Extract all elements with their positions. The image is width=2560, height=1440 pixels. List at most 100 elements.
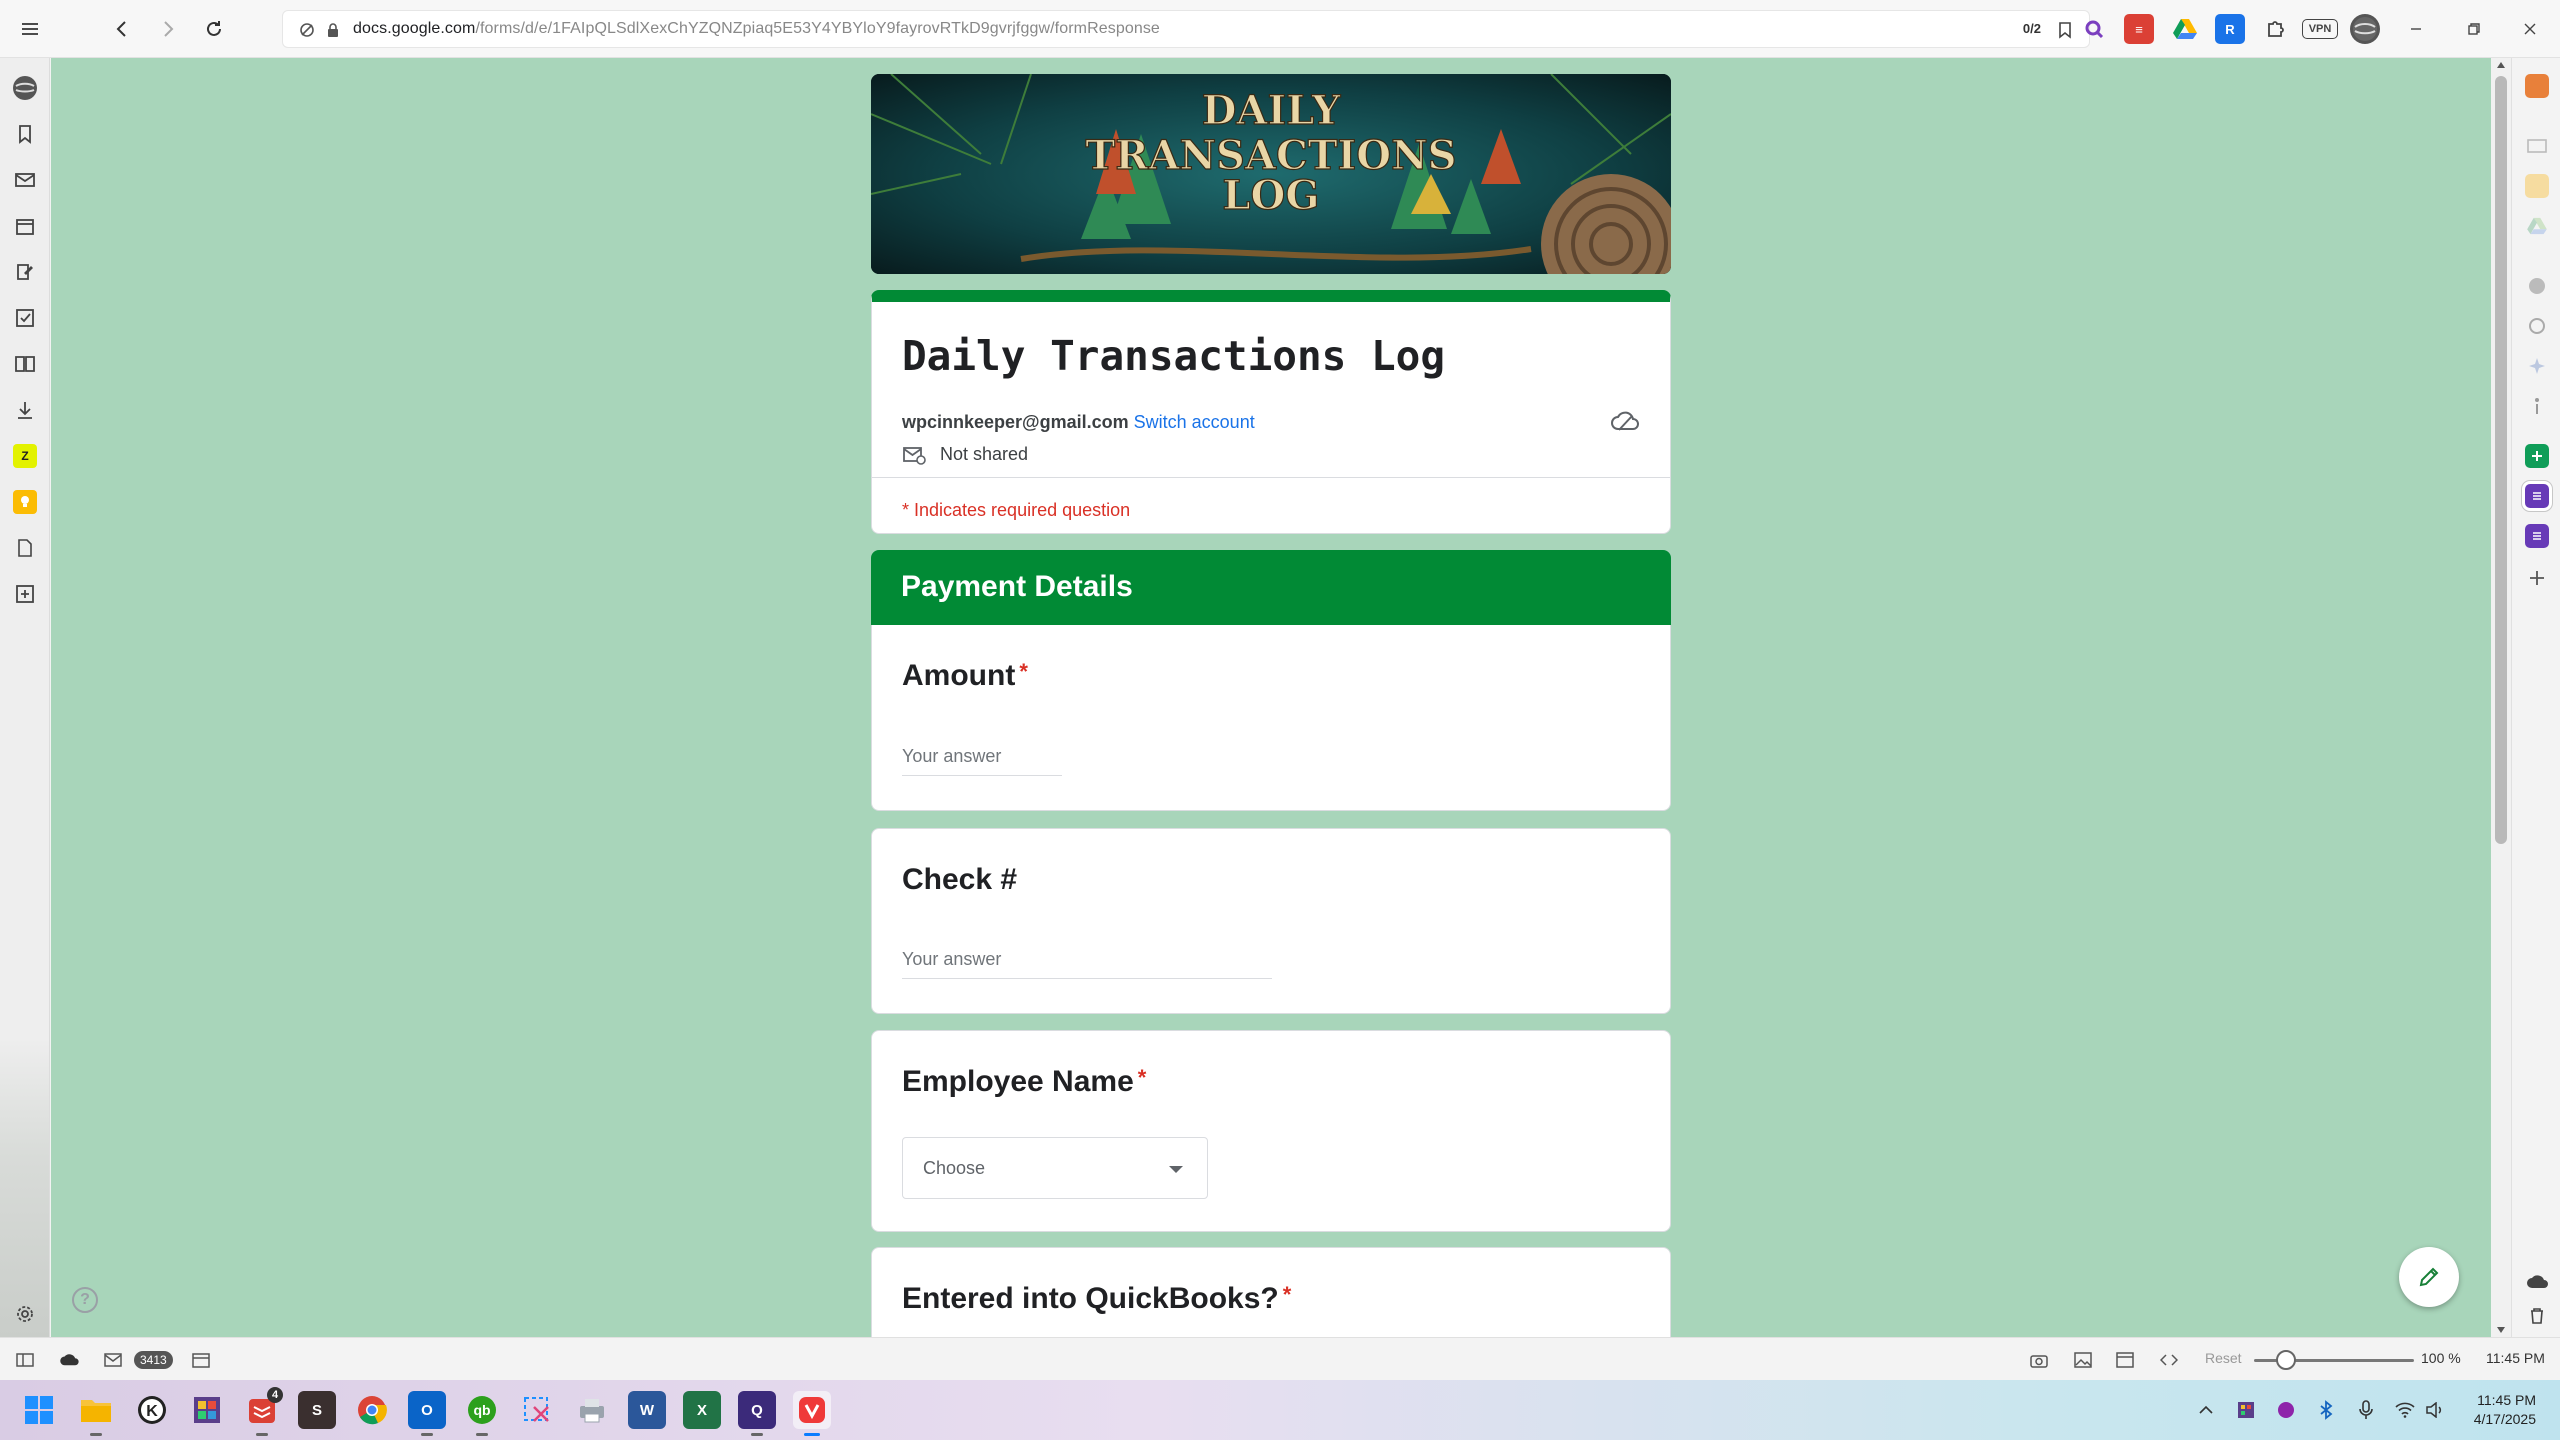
- start-windows-icon[interactable]: [20, 1391, 58, 1429]
- switch-account-link[interactable]: Switch account: [1134, 412, 1255, 432]
- web-panel-openai-icon[interactable]: [2525, 314, 2549, 338]
- todoist-extension-icon[interactable]: ≡: [2124, 14, 2154, 44]
- search-extension-icon[interactable]: [2079, 14, 2109, 44]
- web-panel-forms-icon[interactable]: [2525, 484, 2549, 508]
- downloads-icon[interactable]: [13, 398, 37, 422]
- mail-status-icon[interactable]: [102, 1349, 124, 1371]
- outlook-app-icon[interactable]: O: [408, 1391, 446, 1436]
- quicken-app-icon[interactable]: Q: [738, 1391, 776, 1436]
- bluetooth-icon[interactable]: [2316, 1400, 2336, 1420]
- tasks-icon[interactable]: [13, 306, 37, 330]
- mail-count-badge[interactable]: 3413: [134, 1351, 173, 1369]
- tray-app-icon[interactable]: [2236, 1400, 2256, 1420]
- web-panel-forms-icon-2[interactable]: [2525, 524, 2549, 548]
- calendar-icon[interactable]: [13, 214, 37, 238]
- edit-form-button[interactable]: [2399, 1247, 2459, 1307]
- document-icon[interactable]: [13, 536, 37, 560]
- google-drive-icon[interactable]: [2170, 14, 2200, 44]
- zoom-reset-button[interactable]: Reset: [2205, 1350, 2242, 1366]
- tab-counter[interactable]: 0/2: [2023, 21, 2041, 36]
- colorful-app-icon[interactable]: [188, 1391, 226, 1429]
- cloud-sync-icon[interactable]: [2525, 1270, 2549, 1294]
- close-icon[interactable]: [2517, 16, 2543, 42]
- scrollbar-thumb[interactable]: [2495, 76, 2507, 844]
- wifi-icon[interactable]: [2395, 1400, 2415, 1420]
- amount-input[interactable]: Your answer: [902, 746, 1062, 776]
- help-icon[interactable]: ?: [72, 1287, 98, 1313]
- todoist-app-icon[interactable]: 4: [243, 1387, 283, 1436]
- web-panel-keep-icon[interactable]: [13, 490, 37, 514]
- sharing-status-text: Not shared: [940, 444, 1029, 464]
- image-toggle-icon[interactable]: [2072, 1349, 2094, 1371]
- page-tiling-icon[interactable]: [2114, 1349, 2136, 1371]
- question-card-check: Check # Your answer: [871, 828, 1671, 1014]
- minimize-icon[interactable]: [2403, 16, 2429, 42]
- back-icon[interactable]: [104, 11, 140, 47]
- vpn-icon[interactable]: VPN: [2302, 19, 2338, 39]
- scroll-up-arrow-icon[interactable]: [2497, 62, 2505, 68]
- zoom-slider-handle[interactable]: [2276, 1350, 2296, 1370]
- question-card-quickbooks: Entered into QuickBooks? *: [871, 1247, 1671, 1337]
- taskbar-clock[interactable]: 11:45 PM 4/17/2025: [2474, 1391, 2536, 1429]
- svg-text:qb: qb: [473, 1402, 490, 1418]
- chrome-app-icon[interactable]: [353, 1391, 391, 1429]
- add-web-panel-icon[interactable]: [13, 582, 37, 606]
- employee-name-dropdown[interactable]: Choose: [902, 1137, 1208, 1199]
- page-scrollbar[interactable]: [2491, 58, 2511, 1337]
- trash-icon[interactable]: [2525, 1304, 2549, 1328]
- k-app-icon[interactable]: K: [133, 1391, 171, 1429]
- web-panel-sparkle-icon[interactable]: [2525, 354, 2549, 378]
- web-panel-orange-icon[interactable]: [2525, 74, 2549, 98]
- required-note: * Indicates required question: [902, 500, 1131, 520]
- capture-camera-icon[interactable]: [2028, 1349, 2050, 1371]
- reader-extension-icon[interactable]: R: [2215, 14, 2245, 44]
- scrivener-app-icon[interactable]: S: [298, 1391, 336, 1429]
- add-panel-plus-icon[interactable]: [2525, 566, 2549, 590]
- lock-icon: [323, 20, 343, 40]
- tray-purple-app-icon[interactable]: [2276, 1400, 2296, 1420]
- file-explorer-icon[interactable]: [77, 1391, 115, 1436]
- vivaldi-browser-icon[interactable]: [793, 1391, 831, 1436]
- extensions-puzzle-icon[interactable]: [2261, 14, 2291, 44]
- forward-icon[interactable]: [150, 11, 186, 47]
- site-settings-icon[interactable]: [297, 20, 317, 40]
- settings-gear-icon[interactable]: [13, 1302, 37, 1326]
- sync-cloud-icon[interactable]: [58, 1349, 80, 1371]
- microphone-icon[interactable]: [2356, 1400, 2376, 1420]
- word-app-icon[interactable]: W: [628, 1391, 666, 1429]
- bookmarks-icon[interactable]: [13, 122, 37, 146]
- bookmark-icon[interactable]: [2055, 20, 2075, 40]
- profile-icon[interactable]: [13, 76, 37, 100]
- reading-list-icon[interactable]: [13, 352, 37, 376]
- scroll-down-arrow-icon[interactable]: [2497, 1327, 2505, 1333]
- snipping-tool-icon[interactable]: [518, 1391, 556, 1429]
- panel-toggle-icon[interactable]: [14, 1349, 36, 1371]
- mail-icon[interactable]: [13, 168, 37, 192]
- excel-app-icon[interactable]: X: [683, 1391, 721, 1429]
- profile-avatar[interactable]: [2350, 14, 2380, 44]
- menu-icon[interactable]: [12, 11, 48, 47]
- zoom-level: 100 %: [2421, 1350, 2461, 1366]
- url-text[interactable]: docs.google.com/forms/d/e/1FAIpQLSdlXexC…: [353, 20, 1160, 38]
- web-panel-keep-icon[interactable]: [2525, 174, 2549, 198]
- cloud-save-icon[interactable]: [1610, 406, 1640, 436]
- windows-taskbar: K 4 S O qb W X Q 11:45 PM 4/17/2025: [0, 1380, 2560, 1440]
- web-panel-circle-icon[interactable]: [2525, 274, 2549, 298]
- web-panel-info-icon[interactable]: [2525, 394, 2549, 418]
- reload-icon[interactable]: [196, 11, 232, 47]
- web-panel-green-icon[interactable]: Z: [13, 444, 37, 468]
- web-panel-drive-icon[interactable]: [2525, 214, 2549, 238]
- quickbooks-app-icon[interactable]: qb: [463, 1391, 501, 1436]
- restore-icon[interactable]: [2461, 16, 2487, 42]
- notes-icon[interactable]: [13, 260, 37, 284]
- web-panel-mail-icon[interactable]: [2525, 134, 2549, 158]
- address-bar[interactable]: docs.google.com/forms/d/e/1FAIpQLSdlXexC…: [282, 10, 2090, 48]
- calendar-status-icon[interactable]: [190, 1349, 212, 1371]
- printer-app-icon[interactable]: [573, 1391, 611, 1429]
- tray-overflow-chevron-icon[interactable]: [2196, 1400, 2216, 1420]
- account-info: wpcinnkeeper@gmail.com Switch account: [902, 412, 1255, 433]
- page-actions-icon[interactable]: [2158, 1349, 2180, 1371]
- check-number-input[interactable]: Your answer: [902, 949, 1272, 979]
- web-panel-sheets-icon[interactable]: [2525, 444, 2549, 468]
- volume-icon[interactable]: [2425, 1400, 2445, 1420]
